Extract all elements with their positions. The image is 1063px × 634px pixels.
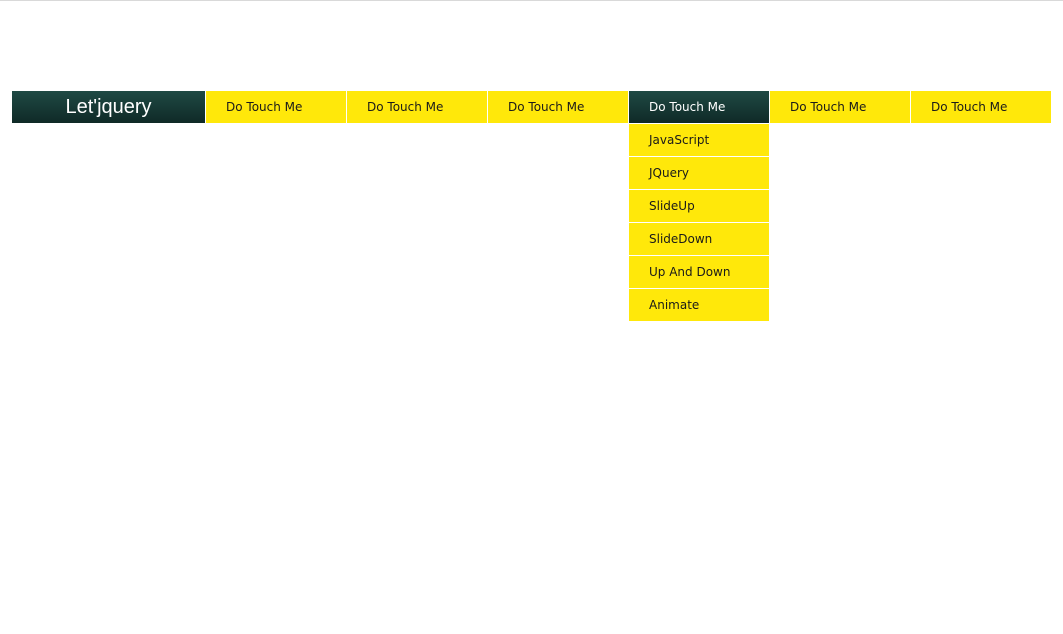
nav-item-label: Do Touch Me bbox=[790, 100, 867, 114]
dropdown-item-javascript[interactable]: JavaScript bbox=[629, 124, 769, 156]
nav-item-4-active[interactable]: Do Touch Me JavaScript JQuery SlideUp Sl… bbox=[629, 91, 769, 321]
nav-item-label: Do Touch Me bbox=[226, 100, 303, 114]
nav-item-3[interactable]: Do Touch Me bbox=[488, 91, 628, 123]
nav-item-6[interactable]: Do Touch Me bbox=[911, 91, 1051, 123]
top-rule bbox=[0, 0, 1063, 1]
nav-item-label: Do Touch Me bbox=[367, 100, 444, 114]
nav-item-2[interactable]: Do Touch Me bbox=[347, 91, 487, 123]
dropdown-item-slideup[interactable]: SlideUp bbox=[629, 190, 769, 222]
brand-logo[interactable]: Let'jquery bbox=[12, 91, 205, 123]
nav-item-1[interactable]: Do Touch Me bbox=[206, 91, 346, 123]
dropdown-item-slidedown[interactable]: SlideDown bbox=[629, 223, 769, 255]
dropdown-item-jquery[interactable]: JQuery bbox=[629, 157, 769, 189]
dropdown-item-up-and-down[interactable]: Up And Down bbox=[629, 256, 769, 288]
dropdown-menu: JavaScript JQuery SlideUp SlideDown Up A… bbox=[629, 124, 769, 321]
main-navbar: Let'jquery Do Touch Me Do Touch Me Do To… bbox=[12, 91, 1051, 321]
dropdown-item-animate[interactable]: Animate bbox=[629, 289, 769, 321]
nav-item-label: Do Touch Me bbox=[508, 100, 585, 114]
nav-item-5[interactable]: Do Touch Me bbox=[770, 91, 910, 123]
nav-item-label: Do Touch Me bbox=[649, 100, 726, 114]
nav-item-label: Do Touch Me bbox=[931, 100, 1008, 114]
